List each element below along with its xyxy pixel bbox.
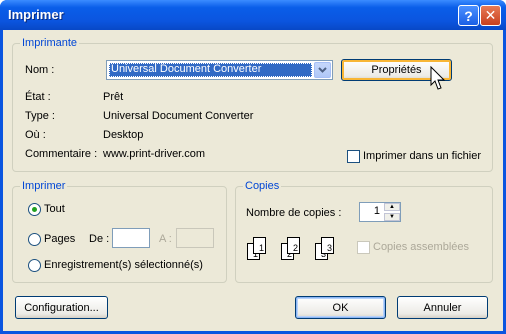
- print-range-group-label: Imprimer: [20, 180, 68, 192]
- to-label: A :: [159, 233, 172, 245]
- copies-count-label: Nombre de copies :: [246, 207, 342, 219]
- print-all-label[interactable]: Tout: [44, 203, 65, 215]
- where-label: Où :: [25, 129, 46, 141]
- print-to-file-label[interactable]: Imprimer dans un fichier: [363, 150, 481, 162]
- setup-button-label: Configuration...: [24, 301, 99, 314]
- window-title: Imprimer: [8, 7, 64, 22]
- print-all-radio[interactable]: [28, 203, 41, 216]
- copies-count-stepper[interactable]: 1 ▲ ▼: [359, 202, 401, 222]
- copies-count-value: 1: [373, 205, 380, 217]
- where-value: Desktop: [103, 129, 144, 141]
- print-dialog-window: Imprimer ? ✕ Imprimante Nom : Universal …: [0, 0, 506, 334]
- status-label: État :: [25, 91, 51, 103]
- page-icon: 3: [321, 237, 334, 254]
- setup-button[interactable]: Configuration...: [15, 296, 108, 319]
- print-pages-label[interactable]: Pages: [44, 233, 75, 245]
- cancel-button-label: Annuler: [423, 301, 462, 314]
- comment-label: Commentaire :: [25, 148, 98, 160]
- page-icon: 2: [287, 237, 300, 254]
- name-label: Nom :: [25, 64, 55, 76]
- from-label: De :: [89, 233, 110, 245]
- ok-button-label: OK: [332, 301, 349, 314]
- print-selection-radio[interactable]: [28, 259, 41, 272]
- print-to-file-checkbox[interactable]: [347, 150, 360, 163]
- print-range-group: Imprimer Tout Pages De : A : Enregistrem…: [12, 180, 227, 283]
- status-value: Prêt: [103, 91, 124, 103]
- copies-group-label: Copies: [243, 180, 282, 192]
- spin-up-icon[interactable]: ▲: [384, 203, 400, 211]
- print-selection-label[interactable]: Enregistrement(s) sélectionné(s): [44, 259, 203, 271]
- comment-value: www.print-driver.com: [103, 148, 206, 160]
- from-page-input[interactable]: [112, 228, 150, 248]
- close-icon: ✕: [484, 7, 497, 23]
- properties-button-label: Propriétés: [371, 64, 422, 76]
- help-button[interactable]: ?: [458, 5, 479, 26]
- to-page-input[interactable]: [176, 228, 214, 248]
- title-bar[interactable]: Imprimer ? ✕: [0, 0, 506, 30]
- collate-label[interactable]: Copies assemblées: [373, 241, 469, 253]
- spin-down-icon[interactable]: ▼: [384, 213, 400, 221]
- copies-group: Copies Nombre de copies : 1 ▲ ▼ 1 1 2 2 …: [235, 180, 493, 283]
- type-label: Type :: [25, 110, 55, 122]
- close-button[interactable]: ✕: [480, 5, 501, 26]
- printer-name-value: Universal Document Converter: [109, 63, 312, 77]
- ok-button[interactable]: OK: [295, 296, 386, 319]
- mouse-cursor-icon: [430, 66, 446, 90]
- collate-pages-icon: 1 1 2 2 3 3: [247, 235, 347, 267]
- chevron-down-icon[interactable]: [314, 62, 331, 78]
- help-icon: ?: [464, 7, 473, 24]
- printer-group: Imprimante Nom : Universal Document Conv…: [12, 37, 493, 172]
- printer-group-label: Imprimante: [20, 37, 80, 49]
- dialog-body: Imprimante Nom : Universal Document Conv…: [3, 30, 503, 331]
- cancel-button[interactable]: Annuler: [397, 296, 488, 319]
- page-icon: 1: [253, 237, 266, 254]
- type-value: Universal Document Converter: [103, 110, 254, 122]
- print-pages-radio[interactable]: [28, 233, 41, 246]
- printer-name-select[interactable]: Universal Document Converter: [106, 60, 333, 80]
- collate-checkbox[interactable]: [357, 241, 370, 254]
